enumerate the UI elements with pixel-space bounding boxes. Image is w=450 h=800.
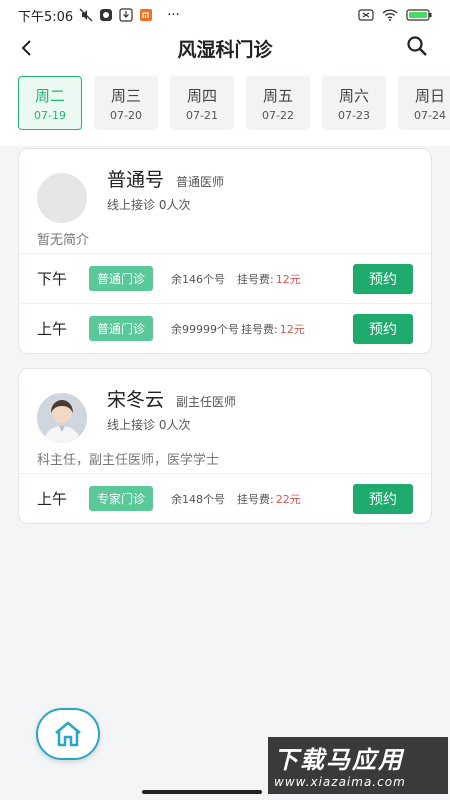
clinic-type-badge: 普通门诊	[89, 266, 154, 291]
consult-count: 线上接诊 0人次	[107, 418, 191, 432]
search-icon	[407, 36, 427, 56]
avatar	[37, 173, 87, 223]
doctor-name: 宋冬云	[107, 389, 165, 411]
doctor-intro: 暂无简介	[37, 233, 90, 248]
date-weekday: 周三	[110, 86, 141, 105]
status-bar: 下午5:06 ···	[0, 0, 450, 30]
watermark-logo: 下载马应用 www.xiazaima.com	[268, 737, 448, 794]
fee-amount: 22元	[275, 492, 301, 506]
date-selector: 周二 07-19 周三 07-20 周四 07-21 周五 07-22 周六 0…	[0, 66, 450, 146]
home-icon	[55, 721, 81, 747]
fee-label: 挂号费:	[241, 322, 278, 336]
date-tab-1[interactable]: 周三 07-20	[94, 76, 158, 130]
date-weekday: 周六	[338, 86, 369, 105]
date-tab-3[interactable]: 周五 07-22	[246, 76, 310, 130]
wifi-icon	[382, 9, 398, 21]
doctor-header: 普通号 普通医师 线上接诊 0人次	[19, 149, 431, 229]
doctor-card[interactable]: 宋冬云 副主任医师 线上接诊 0人次 科主任，副主任医师，医学学士 上午 专家门…	[18, 368, 432, 524]
date-date: 07-21	[186, 108, 218, 122]
consult-count: 线上接诊 0人次	[107, 198, 191, 212]
schedule-slot: 下午 普通门诊 余146个号 挂号费: 12元 预约	[19, 253, 431, 303]
fee-amount: 12元	[279, 322, 305, 336]
doctor-photo-icon	[37, 393, 87, 443]
date-date: 07-22	[262, 108, 294, 122]
doctor-list: 普通号 普通医师 线上接诊 0人次 暂无简介 下午 普通门诊 余146个号 挂号…	[0, 148, 450, 524]
date-date: 07-24	[414, 108, 446, 122]
download-icon	[119, 8, 133, 22]
book-button[interactable]: 预约	[353, 483, 413, 514]
date-date: 07-19	[34, 108, 66, 122]
schedule-slot: 上午 普通门诊 余99999个号 挂号费: 12元 预约	[19, 303, 431, 353]
slot-period: 上午	[37, 320, 68, 338]
app-icon	[100, 9, 113, 21]
page-title: 风湿科门诊	[177, 38, 273, 61]
date-weekday: 周四	[186, 86, 217, 105]
mi-icon	[140, 9, 153, 21]
date-tab-2[interactable]: 周四 07-21	[170, 76, 234, 130]
date-date: 07-20	[110, 108, 142, 122]
watermark-title: 下载马应用	[274, 746, 404, 774]
home-button[interactable]	[36, 708, 100, 760]
doctor-header: 宋冬云 副主任医师 线上接诊 0人次	[19, 369, 431, 449]
book-button[interactable]: 预约	[353, 313, 413, 344]
doctor-title: 普通医师	[176, 175, 225, 189]
header-bar: 风湿科门诊	[0, 30, 450, 66]
avatar	[37, 393, 87, 443]
gesture-bar[interactable]	[142, 790, 262, 794]
schedule-slot: 上午 专家门诊 余148个号 挂号费: 22元 预约	[19, 473, 431, 523]
doctor-card[interactable]: 普通号 普通医师 线上接诊 0人次 暂无简介 下午 普通门诊 余146个号 挂号…	[18, 148, 432, 354]
date-tab-4[interactable]: 周六 07-23	[322, 76, 386, 130]
remaining-count: 余99999个号	[171, 322, 240, 336]
date-weekday: 周日	[414, 86, 445, 105]
date-tab-0[interactable]: 周二 07-19	[18, 76, 82, 130]
fee-label: 挂号费:	[237, 272, 274, 286]
slot-period: 下午	[37, 270, 68, 288]
watermark-url: www.xiazaima.com	[274, 775, 406, 789]
clinic-type-badge: 普通门诊	[89, 316, 154, 341]
remaining-count: 余148个号	[171, 492, 226, 506]
slot-period: 上午	[37, 490, 68, 508]
fee-label: 挂号费:	[237, 492, 274, 506]
search-button[interactable]	[406, 35, 432, 61]
mute-icon	[79, 8, 93, 22]
doctor-intro: 科主任，副主任医师，医学学士	[37, 453, 220, 468]
date-tab-5[interactable]: 周日 07-24	[398, 76, 450, 130]
doctor-name: 普通号	[107, 169, 165, 191]
book-button[interactable]: 预约	[353, 263, 413, 294]
clinic-type-badge: 专家门诊	[89, 486, 154, 511]
date-weekday: 周五	[262, 86, 293, 105]
remaining-count: 余146个号	[171, 272, 226, 286]
date-weekday: 周二	[34, 86, 65, 105]
date-date: 07-23	[338, 108, 370, 122]
back-button[interactable]	[14, 35, 40, 61]
status-time: 下午5:06	[18, 9, 74, 25]
fee-amount: 12元	[275, 272, 301, 286]
battery-icon	[406, 9, 432, 21]
doctor-title: 副主任医师	[176, 395, 237, 409]
more-notifications-icon: ···	[167, 7, 180, 23]
chevron-left-icon	[21, 40, 31, 56]
sim-off-icon	[358, 9, 374, 21]
